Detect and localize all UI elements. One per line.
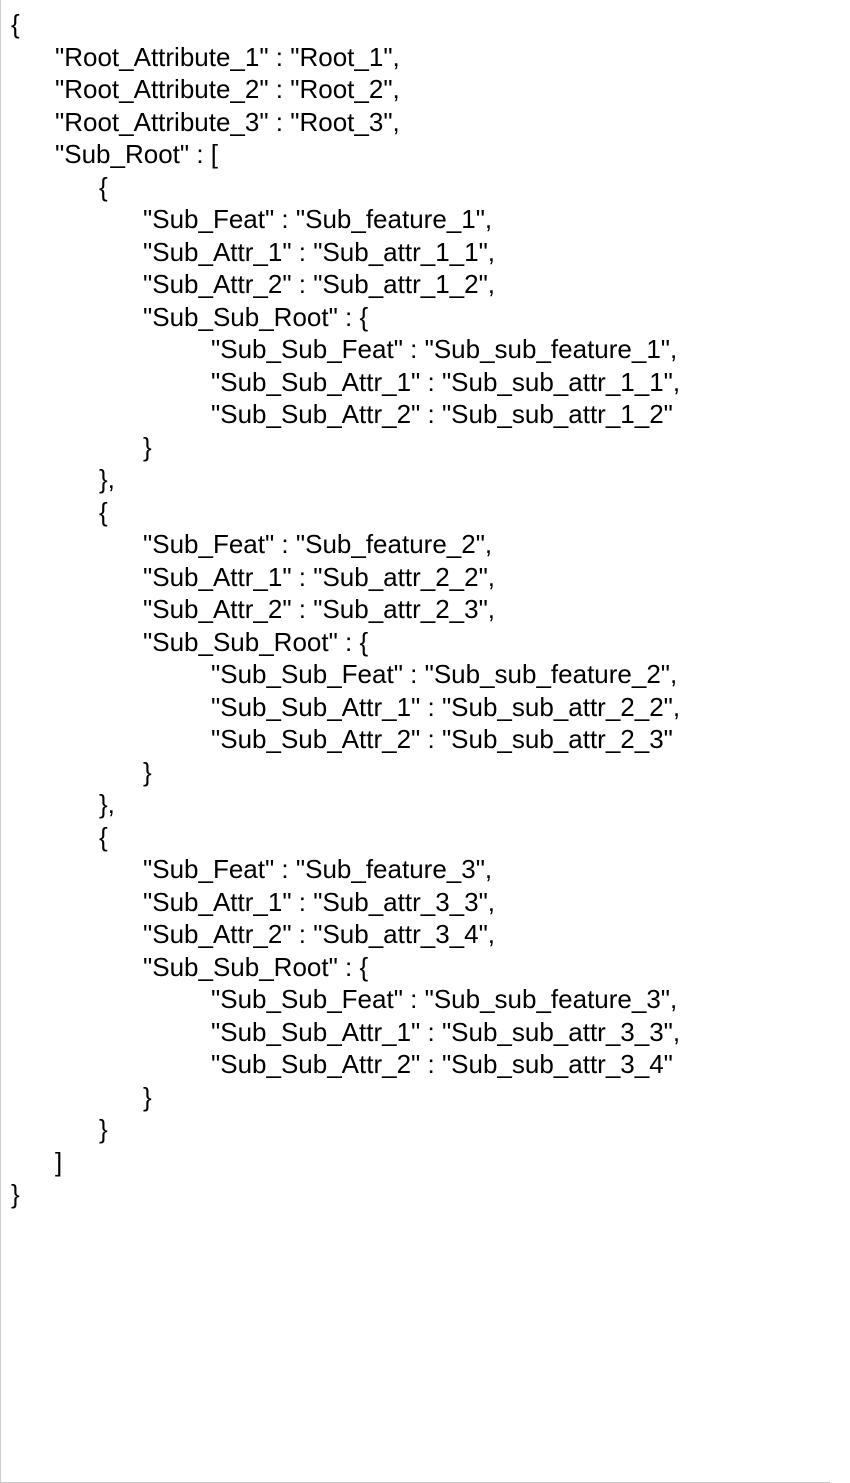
json-line: "Sub_Attr_2" : "Sub_attr_3_4",: [11, 918, 820, 951]
json-line: "Sub_Attr_2" : "Sub_attr_1_2",: [11, 268, 820, 301]
json-line: "Sub_Sub_Root" : {: [11, 626, 820, 659]
json-line: {: [11, 8, 820, 41]
json-line: "Sub_Sub_Attr_1" : "Sub_sub_attr_1_1",: [11, 366, 820, 399]
json-line: "Root_Attribute_2" : "Root_2",: [11, 73, 820, 106]
json-line: }: [11, 1113, 820, 1146]
json-line: }: [11, 756, 820, 789]
json-line: "Sub_Sub_Root" : {: [11, 951, 820, 984]
json-line: "Sub_Sub_Feat" : "Sub_sub_feature_2",: [11, 658, 820, 691]
json-line: }: [11, 1178, 820, 1211]
json-line: "Sub_Sub_Attr_2" : "Sub_sub_attr_2_3": [11, 723, 820, 756]
json-line: "Sub_Attr_1" : "Sub_attr_1_1",: [11, 236, 820, 269]
json-line: "Root_Attribute_3" : "Root_3",: [11, 106, 820, 139]
json-line: {: [11, 821, 820, 854]
json-line: },: [11, 463, 820, 496]
json-line: "Sub_Sub_Attr_1" : "Sub_sub_attr_2_2",: [11, 691, 820, 724]
json-line: }: [11, 431, 820, 464]
json-line: "Sub_Sub_Feat" : "Sub_sub_feature_3",: [11, 983, 820, 1016]
json-line: {: [11, 171, 820, 204]
json-line: }: [11, 1081, 820, 1114]
json-line: "Sub_Attr_1" : "Sub_attr_2_2",: [11, 561, 820, 594]
json-line: "Sub_Attr_1" : "Sub_attr_3_3",: [11, 886, 820, 919]
json-line: "Sub_Root" : [: [11, 138, 820, 171]
json-line: {: [11, 496, 820, 529]
json-line: "Sub_Feat" : "Sub_feature_3",: [11, 853, 820, 886]
json-line: "Sub_Sub_Attr_2" : "Sub_sub_attr_3_4": [11, 1048, 820, 1081]
json-line: "Sub_Sub_Feat" : "Sub_sub_feature_1",: [11, 333, 820, 366]
json-line: "Sub_Feat" : "Sub_feature_1",: [11, 203, 820, 236]
json-line: "Sub_Feat" : "Sub_feature_2",: [11, 528, 820, 561]
json-line: "Root_Attribute_1" : "Root_1",: [11, 41, 820, 74]
json-line: "Sub_Sub_Attr_2" : "Sub_sub_attr_1_2": [11, 398, 820, 431]
json-line: },: [11, 788, 820, 821]
json-line: "Sub_Attr_2" : "Sub_attr_2_3",: [11, 593, 820, 626]
json-line: ]: [11, 1146, 820, 1179]
json-line: "Sub_Sub_Attr_1" : "Sub_sub_attr_3_3",: [11, 1016, 820, 1049]
json-code-block: { "Root_Attribute_1" : "Root_1", "Root_A…: [0, 0, 830, 1483]
json-line: "Sub_Sub_Root" : {: [11, 301, 820, 334]
